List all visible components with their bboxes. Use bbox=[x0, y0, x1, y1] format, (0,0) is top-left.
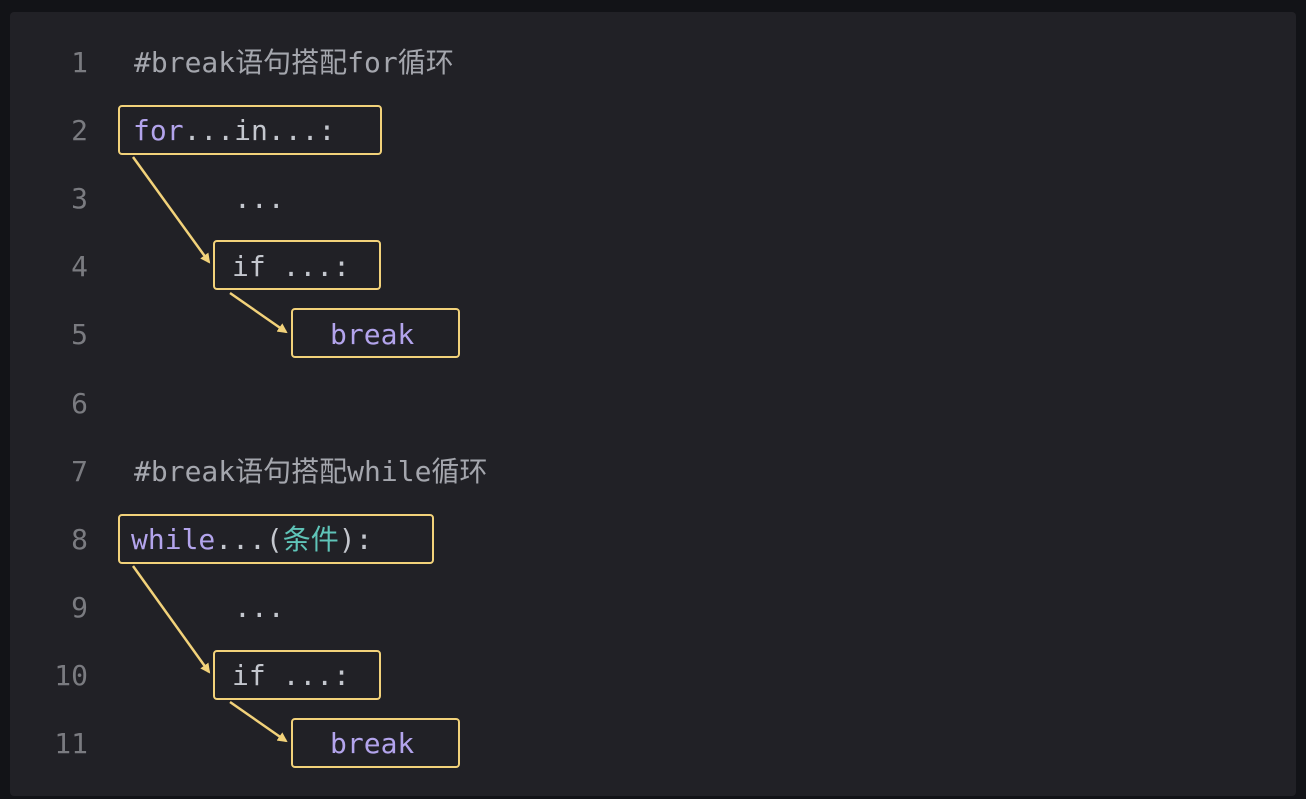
line-number: 7 bbox=[71, 455, 88, 488]
line-number: 11 bbox=[54, 727, 88, 760]
code-if: if ...: bbox=[232, 659, 351, 692]
code-ellipsis: ... bbox=[234, 182, 285, 215]
line-number: 2 bbox=[71, 114, 88, 147]
line-number: 8 bbox=[71, 523, 88, 556]
line-number: 9 bbox=[71, 591, 88, 624]
line-number: 3 bbox=[71, 182, 88, 215]
line-number: 5 bbox=[71, 318, 88, 351]
code-if: if ...: bbox=[232, 250, 351, 283]
code-text: ...( bbox=[215, 523, 283, 556]
code-ellipsis: ... bbox=[234, 591, 285, 624]
condition-text: 条件 bbox=[282, 523, 339, 556]
comment-while-loop: #break语句搭配while循环 bbox=[134, 455, 488, 488]
line-number: 6 bbox=[71, 387, 88, 420]
code-line-while: while...(条件): bbox=[131, 522, 372, 558]
keyword-break: break bbox=[330, 318, 415, 351]
keyword-for: for bbox=[133, 114, 184, 147]
line-number: 4 bbox=[71, 250, 88, 283]
comment-for-loop: #break语句搭配for循环 bbox=[134, 46, 454, 79]
code-text: ): bbox=[338, 523, 373, 556]
keyword-break: break bbox=[330, 727, 415, 760]
code-text: ...in...: bbox=[183, 114, 336, 147]
code-line-for: for...in...: bbox=[133, 113, 335, 149]
line-number: 1 bbox=[71, 46, 88, 79]
keyword-while: while bbox=[131, 523, 216, 556]
line-number: 10 bbox=[54, 659, 88, 692]
